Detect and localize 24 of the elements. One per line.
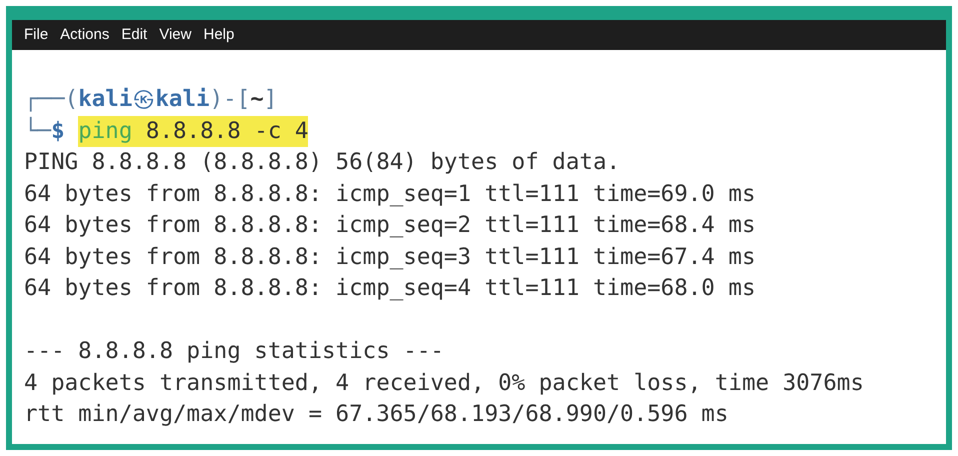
prompt-bracket: ] [264, 85, 278, 114]
output-line: 64 bytes from 8.8.8.8: icmp_seq=4 ttl=111 time=68.0 ms [24, 274, 756, 303]
output-line: 64 bytes from 8.8.8.8: icmp_seq=1 ttl=111 time=69.0 ms [24, 180, 756, 208]
menu-item[interactable]: Help [203, 24, 234, 46]
output-line: 64 bytes from 8.8.8.8: icmp_seq=3 ttl=111 time=67.4 ms [24, 242, 756, 272]
output-line: PING 8.8.8.8 (8.8.8.8) 56(84) bytes of data. [24, 148, 620, 177]
menu-item[interactable]: Edit [121, 24, 148, 46]
menu-item[interactable]: Actions [60, 24, 110, 46]
prompt-path: ~ [250, 85, 264, 114]
prompt-host: kali [155, 85, 210, 114]
prompt-corner: └─ [24, 116, 52, 146]
prompt-symbol: $ [51, 118, 65, 146]
menu-item[interactable]: View [159, 24, 192, 46]
output-line: rtt min/avg/max/mdev = 67.365/68.193/68.990/0.596 ms [24, 400, 728, 429]
prompt-corner: ┌──( [24, 85, 78, 114]
prompt-bracket: )-[ [210, 85, 250, 114]
prompt-at: ㉿ [132, 85, 156, 114]
menu-item[interactable]: File [24, 24, 48, 46]
output-line: 4 packets transmitted, 4 received, 0% packet loss, time 3076ms [24, 368, 864, 398]
prompt-user: kali [78, 85, 132, 114]
command-args: 8.8.8.8 -c 4 [146, 116, 308, 146]
output-line: 64 bytes from 8.8.8.8: icmp_seq=2 ttl=111 time=68.4 ms [24, 211, 756, 240]
command-name: ping [78, 116, 132, 146]
output-line: --- 8.8.8.8 ping statistics --- [24, 337, 444, 366]
